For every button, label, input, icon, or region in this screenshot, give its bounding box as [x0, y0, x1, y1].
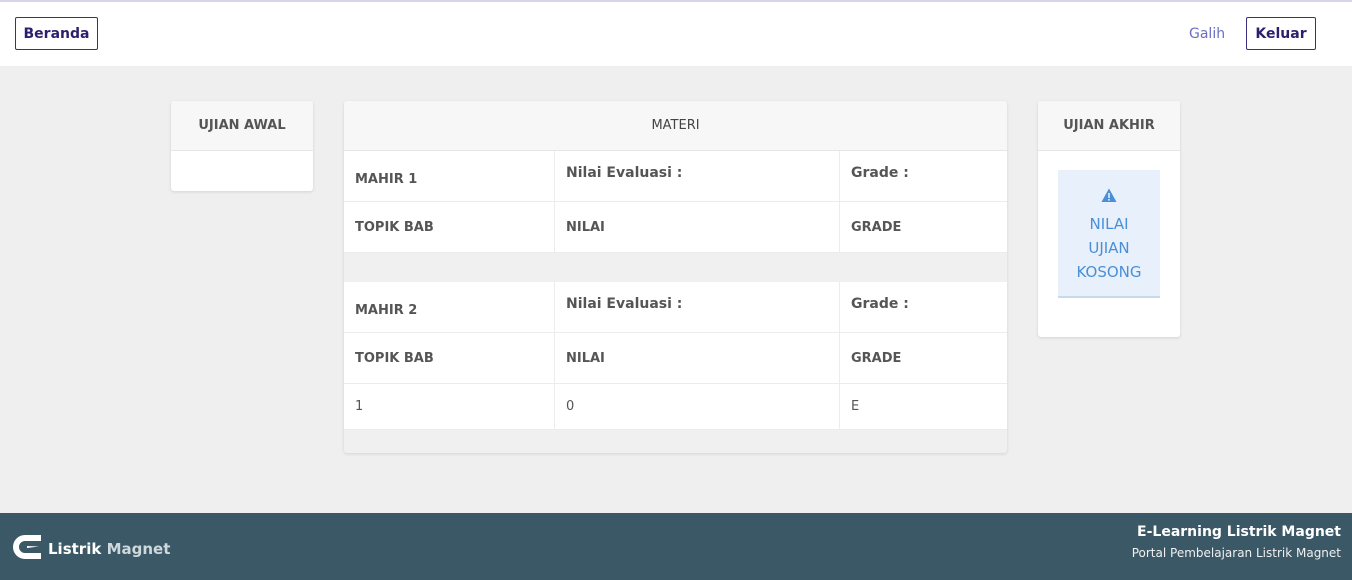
final-exam-card-title: UJIAN AKHIR [1038, 101, 1180, 151]
section-name: MAHIR 2 [344, 282, 555, 332]
section-name: MAHIR 1 [344, 151, 555, 201]
top-navbar: Beranda Galih Keluar [0, 0, 1352, 66]
empty-score-alert: NILAI UJIAN KOSONG [1058, 170, 1160, 298]
section-spacer [344, 253, 1007, 282]
eval-score-label: Nilai Evaluasi : [555, 282, 840, 332]
magnet-logo-icon [11, 532, 43, 566]
footer: Listrik Magnet E-Learning Listrik Magnet… [0, 513, 1352, 580]
column-header-score: NILAI [555, 202, 840, 252]
column-header-grade: GRADE [851, 219, 902, 235]
grade-label: Grade : [851, 165, 909, 181]
alert-line: UJIAN [1088, 239, 1130, 257]
logout-button[interactable]: Keluar [1246, 17, 1316, 50]
column-header-grade: GRADE [851, 350, 902, 366]
warning-icon [1101, 188, 1117, 207]
alert-line: NILAI [1089, 215, 1129, 233]
materi-card: MATERI MAHIR 1 Nilai Evaluasi : Grade : … [344, 101, 1007, 453]
column-header-row: TOPIK BAB NILAI GRADE [344, 333, 1007, 384]
final-exam-card: UJIAN AKHIR NILAI UJIAN KOSONG [1038, 101, 1180, 337]
user-name-link[interactable]: Galih [1189, 26, 1225, 42]
materi-card-title: MATERI [344, 101, 1007, 151]
section-header-row: MAHIR 2 Nilai Evaluasi : Grade : [344, 282, 1007, 333]
column-header-row: TOPIK BAB NILAI GRADE [344, 202, 1007, 253]
logo-text: Listrik Magnet [48, 540, 171, 558]
table-row: 1 0 E [344, 384, 1007, 430]
footer-title: E-Learning Listrik Magnet [1137, 524, 1341, 540]
column-header-topic: TOPIK BAB [344, 202, 555, 252]
column-header-topic: TOPIK BAB [344, 333, 555, 383]
pretest-card: UJIAN AWAL [171, 101, 313, 191]
column-header-score: NILAI [555, 333, 840, 383]
pretest-card-title: UJIAN AWAL [171, 101, 313, 151]
alert-line: KOSONG [1076, 263, 1142, 281]
topic-cell: 1 [344, 384, 555, 429]
section-header-row: MAHIR 1 Nilai Evaluasi : Grade : [344, 151, 1007, 202]
score-cell: 0 [555, 384, 840, 429]
materi-table: MAHIR 1 Nilai Evaluasi : Grade : TOPIK B… [344, 151, 1007, 430]
grade-label: Grade : [851, 296, 909, 312]
site-logo[interactable]: Listrik Magnet [11, 532, 170, 566]
grade-cell: E [851, 399, 860, 414]
home-button[interactable]: Beranda [15, 17, 98, 50]
footer-subtitle: Portal Pembelajaran Listrik Magnet [1131, 546, 1341, 560]
eval-score-label: Nilai Evaluasi : [555, 151, 840, 201]
